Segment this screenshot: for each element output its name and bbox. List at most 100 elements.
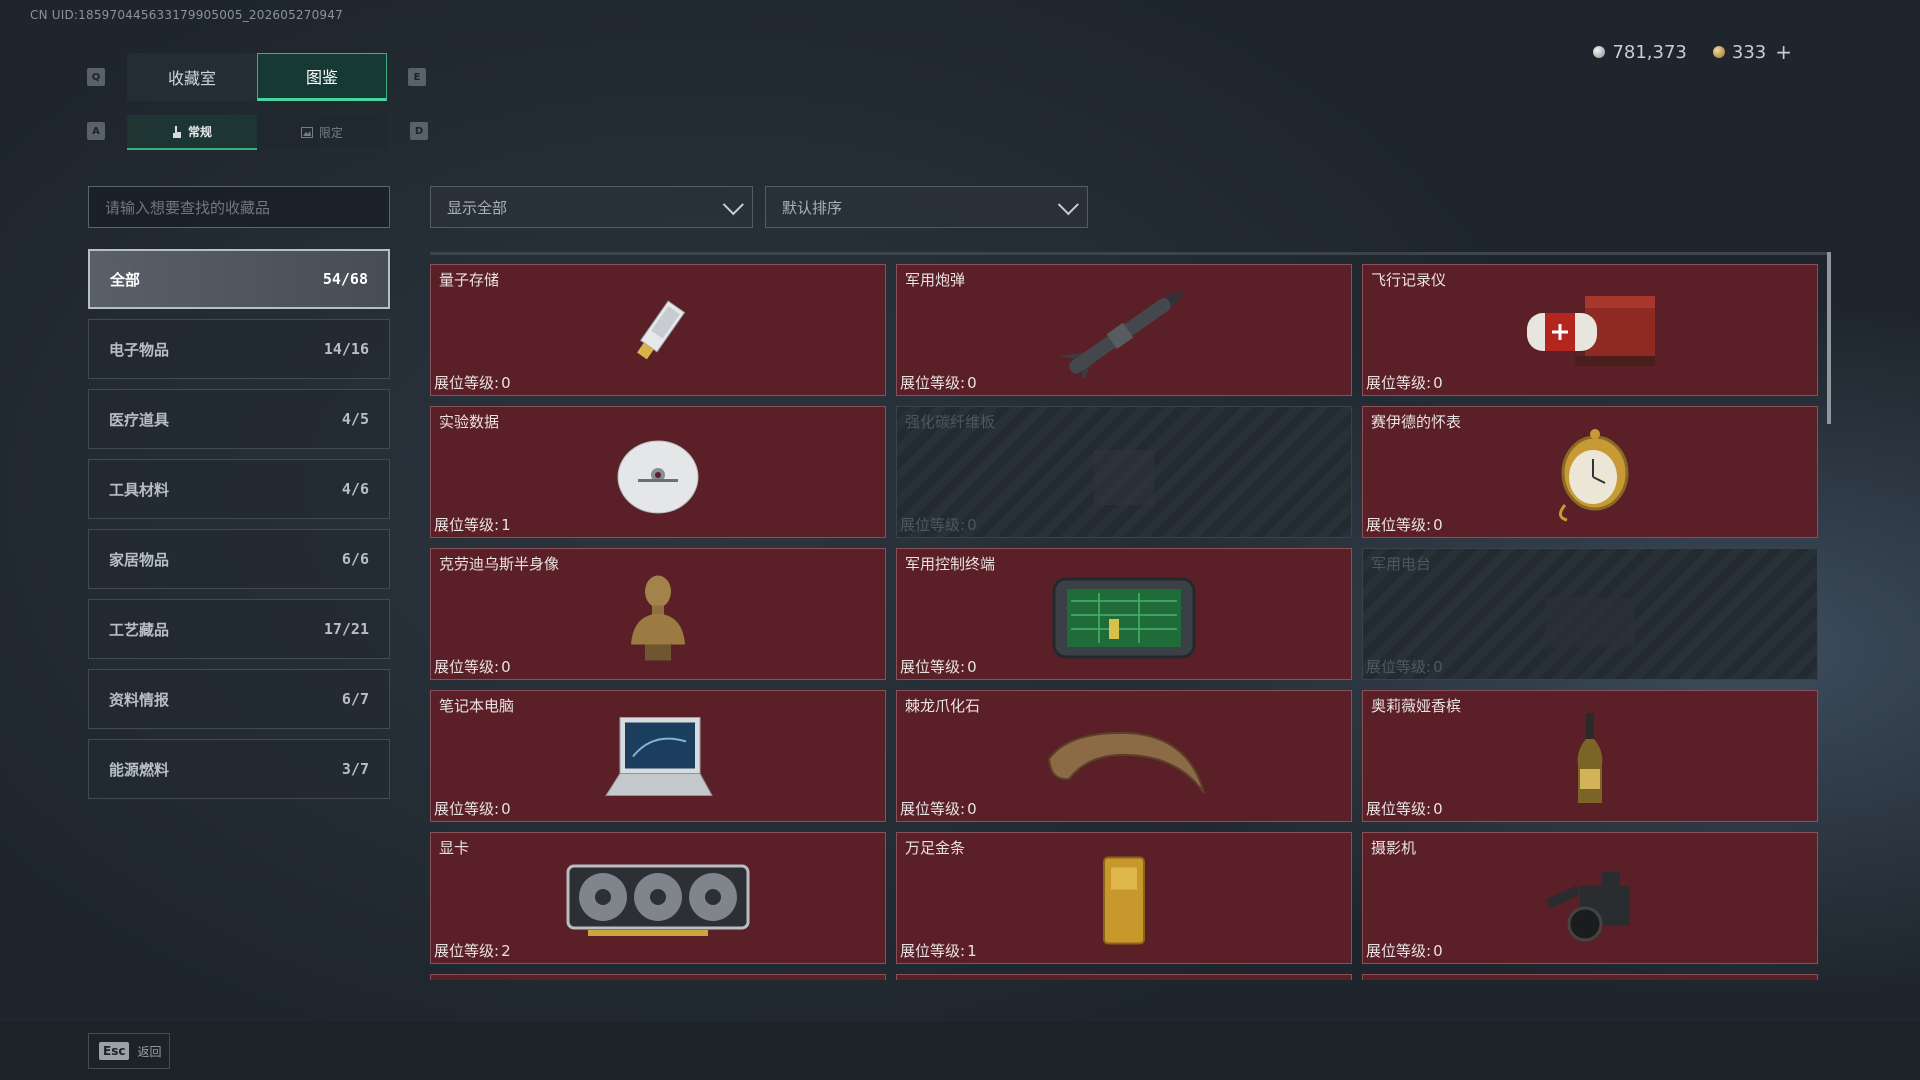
tab-codex[interactable]: 图鉴 xyxy=(257,53,387,101)
item-card[interactable]: 飞行记录仪 展位等级: 0 xyxy=(1362,264,1818,396)
item-card[interactable]: 万足金条 展位等级: 1 xyxy=(896,832,1352,964)
image-icon xyxy=(300,127,313,138)
item-name: 显卡 xyxy=(439,839,470,857)
category-label: 家居物品 xyxy=(109,550,170,569)
subtab-regular-label: 常规 xyxy=(187,125,212,139)
esc-key-hint: Esc xyxy=(99,1042,130,1060)
search-input[interactable]: 请输入想要查找的收藏品 xyxy=(88,186,390,228)
category-count: 3/7 xyxy=(341,760,369,778)
graphics-card-icon xyxy=(566,864,750,936)
back-label: 返回 xyxy=(137,1044,162,1059)
silver-currency: 781,373 xyxy=(1593,41,1687,63)
item-level: 展位等级: 0 xyxy=(1366,800,1443,818)
item-card[interactable]: 军用电台 展位等级: 0 xyxy=(1362,548,1818,680)
radio-icon xyxy=(1545,596,1635,647)
gold-amount: 333 xyxy=(1731,41,1767,63)
category-intel[interactable]: 资料情报 6/7 xyxy=(88,669,390,729)
item-level: 展位等级: 0 xyxy=(434,800,511,818)
add-currency-button[interactable]: + xyxy=(1775,40,1792,64)
bottom-bar xyxy=(0,1022,1920,1080)
item-card[interactable]: 强化碳纤维板 展位等级: 0 xyxy=(896,406,1352,538)
item-card[interactable]: 摄影机 展位等级: 0 xyxy=(1362,832,1818,964)
item-name: 军用控制终端 xyxy=(905,555,996,573)
uid-label: CN UID:185970445633179905005_20260527094… xyxy=(30,8,343,22)
category-all[interactable]: 全部 54/68 xyxy=(88,249,390,309)
category-electronics[interactable]: 电子物品 14/16 xyxy=(88,319,390,379)
category-count: 17/21 xyxy=(323,620,369,638)
category-list: 全部 54/68 电子物品 14/16 医疗道具 4/5 工具材料 4/6 家居物品 6/… xyxy=(88,249,390,809)
category-crafts[interactable]: 工艺藏品 17/21 xyxy=(88,599,390,659)
category-count: 54/68 xyxy=(322,270,368,288)
item-card[interactable]: 显卡 展位等级: 2 xyxy=(430,832,886,964)
item-name: 奥莉薇娅香槟 xyxy=(1371,697,1462,715)
item-card[interactable]: 克劳迪乌斯半身像 展位等级: 0 xyxy=(430,548,886,680)
champagne-icon xyxy=(1577,712,1603,803)
item-card[interactable]: 笔记本电脑 展位等级: 0 xyxy=(430,690,886,822)
sort-value: 默认排序 xyxy=(782,198,843,217)
flight-recorder-icon xyxy=(1527,295,1655,366)
item-card[interactable]: 军用控制终端 展位等级: 0 xyxy=(896,548,1352,680)
disc-icon xyxy=(617,440,699,514)
item-card[interactable]: 赛伊德的怀表 展位等级: 0 xyxy=(1362,406,1818,538)
chevron-down-icon xyxy=(1057,193,1079,215)
d-key-hint: D xyxy=(410,122,428,140)
item-card-partial[interactable] xyxy=(430,974,886,980)
item-name: 克劳迪乌斯半身像 xyxy=(439,555,560,573)
item-level: 展位等级: 0 xyxy=(434,658,511,676)
item-card-partial[interactable] xyxy=(896,974,1352,980)
item-level: 展位等级: 0 xyxy=(900,800,977,818)
e-key-hint: E xyxy=(408,68,426,86)
main-tabs: 收藏室 图鉴 xyxy=(127,53,387,101)
show-filter-value: 显示全部 xyxy=(447,198,508,217)
category-medical[interactable]: 医疗道具 4/5 xyxy=(88,389,390,449)
item-name: 量子存储 xyxy=(439,271,500,289)
claw-fossil-icon xyxy=(1047,731,1205,794)
back-button[interactable]: Esc 返回 xyxy=(88,1033,170,1069)
item-name: 强化碳纤维板 xyxy=(905,413,996,431)
item-name: 军用电台 xyxy=(1371,555,1432,573)
usb-drive-icon xyxy=(637,299,686,359)
category-tools[interactable]: 工具材料 4/6 xyxy=(88,459,390,519)
item-name: 摄影机 xyxy=(1371,839,1417,857)
item-level: 展位等级: 0 xyxy=(434,374,511,392)
missile-icon xyxy=(1058,290,1184,378)
item-level: 展位等级: 1 xyxy=(434,516,511,534)
category-energy[interactable]: 能源燃料 3/7 xyxy=(88,739,390,799)
item-level: 展位等级: 0 xyxy=(1366,516,1443,534)
category-label: 能源燃料 xyxy=(109,760,170,779)
category-count: 4/5 xyxy=(341,410,369,428)
category-count: 6/6 xyxy=(341,550,369,568)
item-card[interactable]: 军用炮弹 展位等级: 0 xyxy=(896,264,1352,396)
category-label: 医疗道具 xyxy=(109,410,170,429)
item-level: 展位等级: 0 xyxy=(1366,658,1443,676)
item-level: 展位等级: 0 xyxy=(900,374,977,392)
category-count: 14/16 xyxy=(323,340,369,358)
category-label: 工艺藏品 xyxy=(109,620,170,639)
q-key-hint: Q xyxy=(87,68,105,86)
item-card[interactable]: 实验数据 展位等级: 1 xyxy=(430,406,886,538)
item-level: 展位等级: 0 xyxy=(1366,374,1443,392)
gold-currency: 333 + xyxy=(1712,40,1792,64)
item-level: 展位等级: 0 xyxy=(900,658,977,676)
item-name: 赛伊德的怀表 xyxy=(1371,413,1462,431)
hand-icon xyxy=(172,125,181,138)
sort-dropdown[interactable]: 默认排序 xyxy=(765,186,1088,228)
item-card-partial[interactable] xyxy=(1362,974,1818,980)
laptop-icon xyxy=(605,716,713,796)
item-card[interactable]: 棘龙爪化石 展位等级: 0 xyxy=(896,690,1352,822)
subtab-limited[interactable]: 限定 xyxy=(257,115,387,150)
gold-coin-icon xyxy=(1712,46,1725,58)
show-filter-dropdown[interactable]: 显示全部 xyxy=(430,186,753,228)
subtab-regular[interactable]: 常规 xyxy=(127,115,257,150)
gold-bar-icon xyxy=(1103,856,1145,945)
grid-scrollbar[interactable] xyxy=(1827,252,1831,424)
tab-collection-room[interactable]: 收藏室 xyxy=(127,53,257,101)
category-label: 资料情报 xyxy=(109,690,170,709)
category-household[interactable]: 家居物品 6/6 xyxy=(88,529,390,589)
item-name: 笔记本电脑 xyxy=(439,697,515,715)
item-card[interactable]: 奥莉薇娅香槟 展位等级: 0 xyxy=(1362,690,1818,822)
item-card[interactable]: 量子存储 展位等级: 0 xyxy=(430,264,886,396)
category-label: 电子物品 xyxy=(109,340,170,359)
silver-amount: 781,373 xyxy=(1612,41,1687,63)
bust-icon xyxy=(631,575,685,661)
